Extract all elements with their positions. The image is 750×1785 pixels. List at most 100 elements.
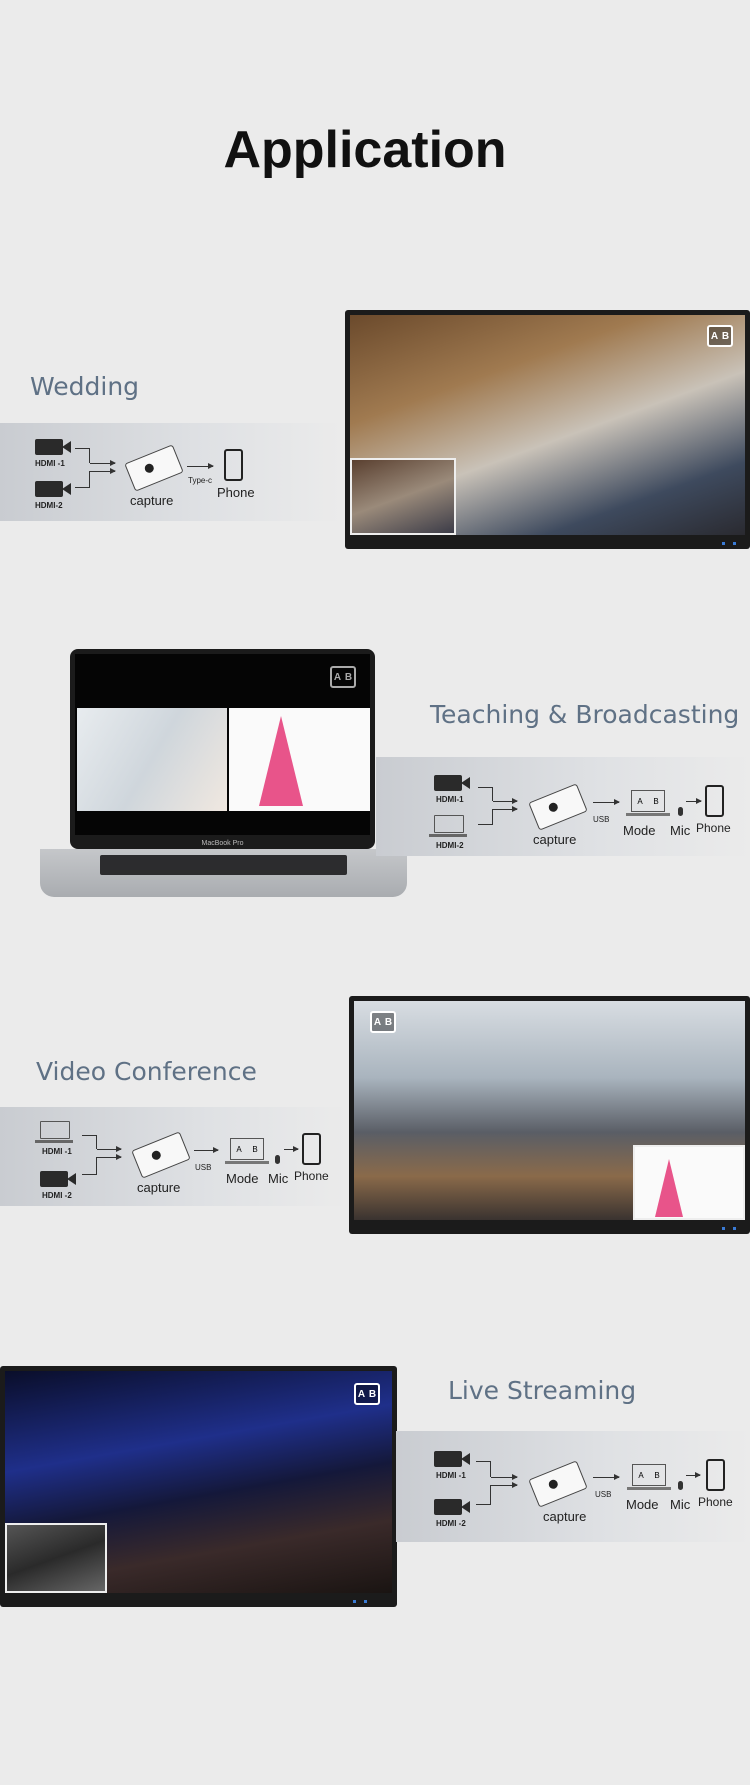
section-label-live-streaming: Live Streaming bbox=[448, 1376, 637, 1405]
teaching-diagram-band: HDMI-1 HDMI-2 capture USB AB Mode Mic Ph… bbox=[376, 757, 750, 856]
connector-line bbox=[82, 1135, 97, 1149]
badge-a: A bbox=[333, 671, 342, 683]
mode-b: B bbox=[653, 796, 659, 806]
output-label: Phone bbox=[217, 485, 255, 500]
arrow-icon bbox=[187, 463, 214, 469]
connector-line bbox=[82, 1157, 97, 1175]
input-label: HDMI -1 bbox=[35, 459, 65, 468]
teaching-diagram: HDMI-1 HDMI-2 capture USB AB Mode Mic Ph… bbox=[428, 765, 750, 865]
arrow-icon bbox=[90, 468, 116, 474]
input-label: HDMI-1 bbox=[436, 795, 464, 804]
link-label: Type-c bbox=[188, 476, 213, 485]
monitor-ab-icon: AB bbox=[626, 790, 670, 816]
input-label: HDMI-2 bbox=[436, 841, 464, 850]
input-label: HDMI-2 bbox=[35, 501, 63, 510]
page-title: Application bbox=[223, 121, 507, 179]
camera-icon bbox=[434, 775, 470, 791]
section-label-wedding: Wedding bbox=[30, 372, 140, 401]
mode-b: B bbox=[252, 1144, 258, 1154]
arrow-icon bbox=[686, 798, 702, 804]
output-label: Phone bbox=[696, 821, 731, 835]
connector-line bbox=[478, 809, 493, 825]
ab-badge-icon: AB bbox=[707, 325, 733, 347]
wedding-diagram: HDMI -1 HDMI-2 capture Type-c Phone bbox=[30, 431, 390, 531]
badge-b: B bbox=[721, 330, 730, 342]
connector-line bbox=[75, 448, 90, 463]
capture-device-icon bbox=[131, 1131, 191, 1179]
laptop-display: AB MacBook Pro bbox=[70, 649, 375, 849]
camera-icon bbox=[434, 1499, 470, 1515]
link-label: USB bbox=[593, 815, 610, 824]
arrow-icon bbox=[97, 1146, 122, 1152]
phone-icon bbox=[706, 1459, 725, 1491]
laptop-icon bbox=[35, 1121, 73, 1143]
wedding-display: AB bbox=[345, 310, 750, 549]
phone-icon bbox=[302, 1133, 321, 1165]
section-label-video-conference: Video Conference bbox=[36, 1057, 257, 1086]
pip-photo bbox=[350, 458, 456, 535]
arrow-icon bbox=[593, 1474, 620, 1480]
ab-badge-icon: AB bbox=[354, 1383, 380, 1405]
infographic-slide bbox=[229, 708, 370, 811]
badge-b: B bbox=[368, 1388, 377, 1400]
camera-icon bbox=[35, 439, 71, 455]
badge-a: A bbox=[373, 1016, 382, 1028]
teacher-photo bbox=[77, 708, 227, 811]
arrow-icon bbox=[493, 798, 518, 804]
wedding-photo: AB bbox=[350, 315, 745, 535]
pip-slide bbox=[633, 1145, 745, 1220]
monitor-ab-icon: AB bbox=[627, 1464, 671, 1490]
capture-device-icon bbox=[528, 783, 588, 831]
input-label: HDMI -2 bbox=[42, 1191, 72, 1200]
arrow-icon bbox=[686, 1472, 701, 1478]
connector-line bbox=[476, 1461, 491, 1477]
link-label: USB bbox=[595, 1490, 612, 1499]
laptop-icon bbox=[429, 815, 467, 837]
mode-label: Mode bbox=[626, 1497, 659, 1512]
output-label: Phone bbox=[698, 1495, 733, 1509]
device-label: capture bbox=[543, 1509, 587, 1524]
monitor-ab-icon: AB bbox=[225, 1138, 269, 1164]
badge-b: B bbox=[384, 1016, 393, 1028]
camera-icon bbox=[434, 1451, 470, 1467]
mode-label: Mode bbox=[623, 823, 656, 838]
connector-line bbox=[478, 787, 493, 801]
device-label: capture bbox=[137, 1180, 181, 1195]
mic-label: Mic bbox=[268, 1171, 289, 1186]
mic-label: Mic bbox=[670, 1497, 691, 1512]
indicator-lights bbox=[722, 1227, 736, 1230]
section-label-teaching: Teaching & Broadcasting bbox=[430, 700, 740, 729]
laptop-screen: AB bbox=[75, 654, 370, 835]
laptop-base bbox=[40, 849, 407, 897]
link-label: USB bbox=[195, 1163, 212, 1172]
mic-icon bbox=[678, 807, 683, 816]
phone-icon bbox=[705, 785, 724, 817]
output-label: Phone bbox=[294, 1169, 329, 1183]
conference-display: AB bbox=[349, 996, 750, 1234]
concert-photo: AB bbox=[5, 1371, 392, 1593]
streaming-diagram-band: HDMI -1 HDMI -2 capture USB AB Mode Mic … bbox=[396, 1431, 750, 1542]
streaming-display: AB bbox=[0, 1366, 397, 1607]
pip-photo bbox=[5, 1523, 107, 1593]
mode-a: A bbox=[637, 796, 643, 806]
badge-a: A bbox=[710, 330, 719, 342]
mode-a: A bbox=[638, 1470, 644, 1480]
ab-badge-icon: AB bbox=[370, 1011, 396, 1033]
arrow-icon bbox=[593, 799, 620, 805]
phone-icon bbox=[224, 449, 243, 481]
arrow-icon bbox=[97, 1154, 122, 1160]
indicator-lights bbox=[722, 542, 736, 545]
capture-device-icon bbox=[124, 444, 184, 492]
device-label: capture bbox=[533, 832, 577, 847]
wedding-diagram-band: HDMI -1 HDMI-2 capture Type-c Phone bbox=[0, 423, 341, 521]
connector-line bbox=[476, 1485, 491, 1505]
conference-photo: AB bbox=[354, 1001, 745, 1220]
connector-line bbox=[75, 471, 90, 488]
mic-label: Mic bbox=[670, 823, 691, 838]
badge-a: A bbox=[357, 1388, 366, 1400]
camera-icon bbox=[40, 1171, 76, 1187]
arrow-icon bbox=[491, 1482, 518, 1488]
conference-diagram: HDMI -1 HDMI -2 capture USB AB Mode Mic … bbox=[34, 1115, 394, 1215]
badge-b: B bbox=[344, 671, 353, 683]
keyboard bbox=[100, 855, 347, 875]
